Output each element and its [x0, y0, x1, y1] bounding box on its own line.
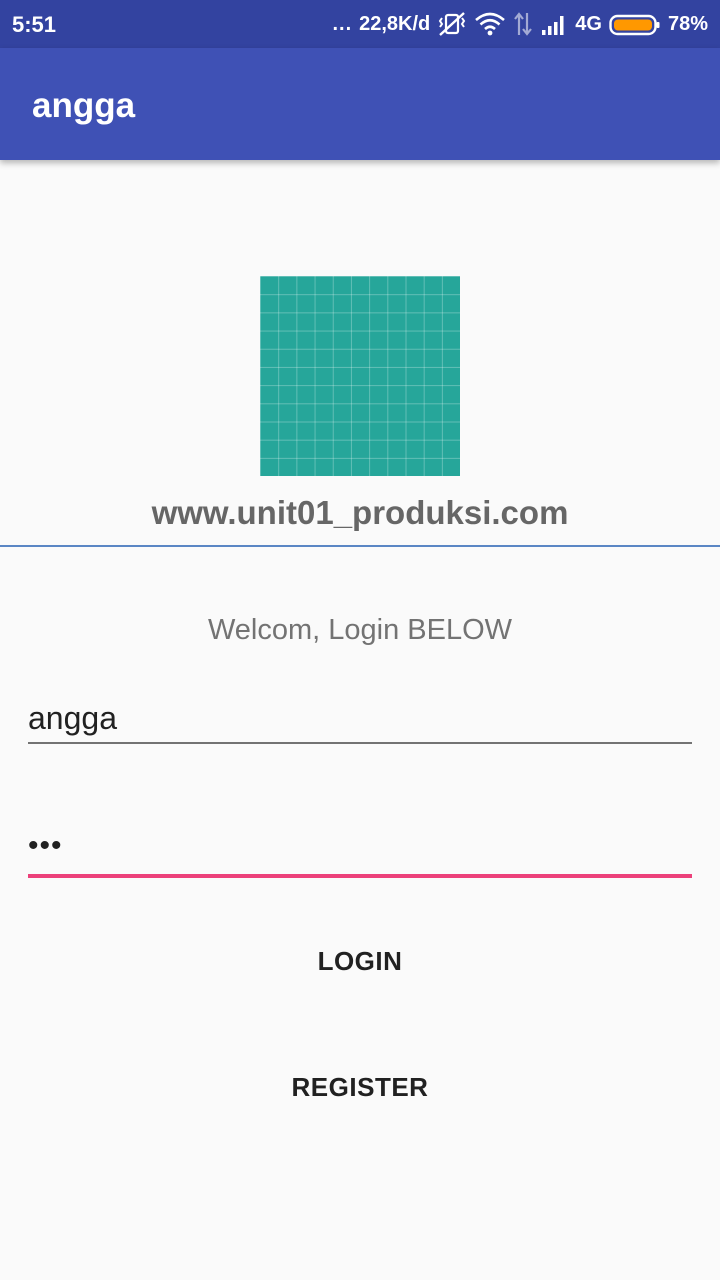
- app-bar: angga: [0, 48, 720, 160]
- username-field[interactable]: angga: [28, 694, 692, 744]
- password-value: •••: [28, 829, 63, 862]
- vibrate-off-icon: [437, 11, 467, 37]
- battery-icon: [609, 14, 661, 36]
- status-bar: 5:51 ... 22,8K/d 4G 78%: [0, 0, 720, 48]
- status-time: 5:51: [12, 12, 57, 37]
- battery-percent: 78%: [667, 12, 708, 35]
- login-button[interactable]: LOGIN: [0, 944, 720, 978]
- signal-icon: [540, 12, 568, 36]
- notification-dots: ...: [332, 13, 353, 35]
- network-speed: 22,8K/d: [359, 12, 431, 35]
- status-icons: ... 22,8K/d 4G 78%: [332, 10, 708, 38]
- register-button[interactable]: REGISTER: [0, 1070, 720, 1104]
- welcome-text: Welcom, Login BELOW: [207, 614, 513, 646]
- app-title: angga: [32, 86, 136, 125]
- site-url: www.unit01_produksi.com: [151, 494, 569, 531]
- data-transfer-icon: [513, 11, 533, 37]
- grid-logo-icon: [260, 276, 460, 476]
- username-value: angga: [28, 700, 117, 736]
- password-field[interactable]: •••: [28, 822, 692, 878]
- divider: [0, 545, 720, 547]
- network-type: 4G: [575, 12, 602, 35]
- wifi-icon: [474, 11, 506, 37]
